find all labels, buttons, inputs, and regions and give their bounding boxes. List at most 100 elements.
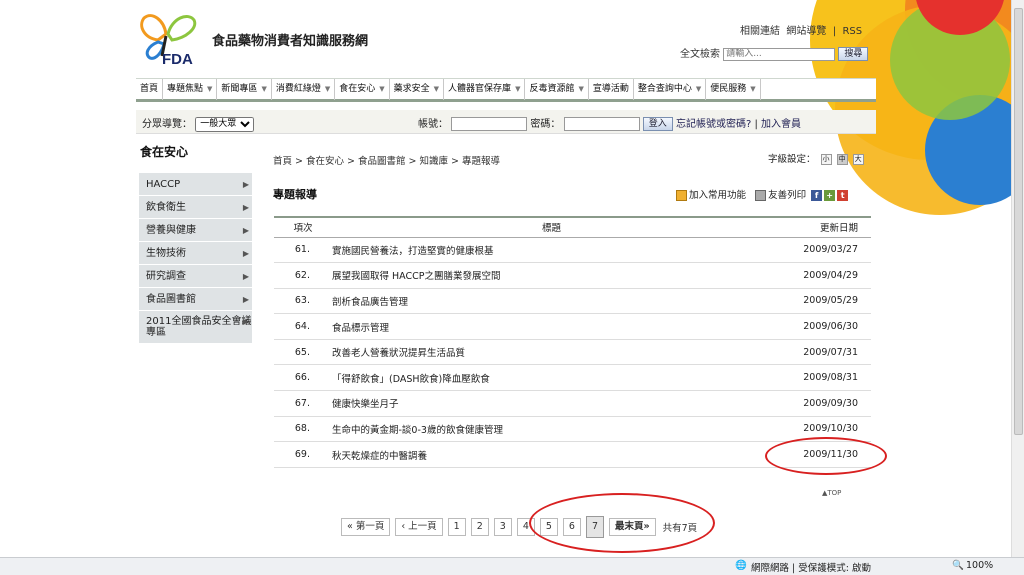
font-small-button[interactable]: 小 bbox=[820, 154, 832, 165]
sidebar-item-label: 2011全國食品安全會議專區 bbox=[146, 316, 252, 338]
row-no: 61. bbox=[274, 237, 332, 264]
nav-item-campaigns[interactable]: 宣導活動 bbox=[589, 79, 634, 100]
prev-page-button[interactable]: ‹ 上一頁 bbox=[395, 518, 443, 536]
sidebar-item-label: 食品圖書館 bbox=[146, 294, 196, 305]
nav-item-traffic-light[interactable]: 消費紅綠燈 ▼ bbox=[272, 79, 336, 100]
logo-text: FDA bbox=[162, 51, 193, 66]
nav-item-label: 食在安心 bbox=[339, 84, 376, 94]
table-row: 64. 食品標示管理 2009/06/30 bbox=[274, 313, 871, 340]
sidebar-item-library[interactable]: 食品圖書館 ▶ bbox=[139, 288, 252, 311]
page-button-2[interactable]: 2 bbox=[470, 518, 489, 536]
nav-item-drug-safety[interactable]: 藥求安全 ▼ bbox=[390, 79, 445, 100]
search-box: 全文檢索 搜尋 bbox=[680, 45, 869, 61]
rss-link[interactable]: RSS bbox=[842, 26, 862, 37]
sidebar-item-haccp[interactable]: HACCP ▶ bbox=[139, 173, 252, 196]
sidebar-item-conference[interactable]: 2011全國食品安全會議專區 ▶ bbox=[139, 311, 252, 344]
forgot-password-link[interactable]: 忘記帳號或密碼? bbox=[676, 119, 751, 130]
nav-item-services[interactable]: 便民服務 ▼ bbox=[706, 79, 761, 100]
site-logo[interactable]: FDA 食品藥物消費者知識服務網 bbox=[136, 12, 416, 66]
nav-item-anti-drug[interactable]: 反毒資源館 ▼ bbox=[525, 79, 589, 100]
nav-item-label: 新聞專區 bbox=[221, 84, 258, 94]
plurk-share-icon[interactable]: + bbox=[824, 190, 836, 201]
twitter-share-icon[interactable]: t bbox=[837, 190, 849, 201]
sidebar-item-nutrition[interactable]: 營養與健康 ▶ bbox=[139, 219, 252, 242]
facebook-share-icon[interactable]: f bbox=[811, 190, 823, 201]
chevron-down-icon: ▼ bbox=[324, 85, 331, 93]
nav-item-label: 首頁 bbox=[140, 84, 159, 94]
nav-item-topics[interactable]: 專題焦點 ▼ bbox=[163, 79, 218, 100]
page-button-3[interactable]: 3 bbox=[493, 518, 512, 536]
table-row: 68. 生命中的黃金期-談0-3歲的飲食健康管理 2009/10/30 bbox=[274, 416, 871, 443]
related-links-link[interactable]: 相關連結 bbox=[740, 26, 780, 37]
nav-item-query-center[interactable]: 整合查詢中心 ▼ bbox=[634, 79, 707, 100]
row-no: 64. bbox=[274, 313, 332, 340]
print-link[interactable]: 友善列印 bbox=[768, 190, 806, 201]
password-input[interactable] bbox=[563, 117, 640, 131]
row-title-link[interactable]: 生命中的黃金期-談0-3歲的飲食健康管理 bbox=[332, 416, 771, 443]
sidebar-item-research[interactable]: 研究調查 ▶ bbox=[139, 265, 252, 288]
row-title-link[interactable]: 展望我國取得 HACCP之團膳業發展空間 bbox=[332, 262, 771, 289]
sidebar-item-hygiene[interactable]: 飲食衛生 ▶ bbox=[139, 196, 252, 219]
account-input[interactable] bbox=[451, 117, 528, 131]
sidebar-item-label: 生物技術 bbox=[146, 248, 186, 259]
audience-label: 分眾導覽： bbox=[142, 119, 192, 130]
row-date: 2009/08/31 bbox=[771, 364, 871, 392]
folder-star-icon bbox=[676, 190, 687, 201]
row-title-link[interactable]: 改善老人營養狀況提昇生活品質 bbox=[332, 339, 771, 366]
sitemap-link[interactable]: 網站導覽 bbox=[786, 26, 826, 37]
row-date: 2009/04/29 bbox=[771, 262, 871, 289]
font-medium-button[interactable]: 中 bbox=[836, 154, 848, 165]
chevron-down-icon: ▼ bbox=[433, 85, 440, 93]
first-page-button[interactable]: « 第一頁 bbox=[341, 518, 391, 536]
row-title-link[interactable]: 實施國民營養法，打造堅實的健康根基 bbox=[332, 237, 771, 264]
page-tools: 加入常用功能 友善列印 f + t bbox=[676, 187, 849, 201]
magnifier-icon: 🔍 bbox=[952, 560, 964, 571]
row-title-link[interactable]: 健康快樂坐月子 bbox=[332, 390, 771, 417]
chevron-down-icon: ▼ bbox=[750, 85, 756, 93]
search-input[interactable] bbox=[723, 47, 836, 61]
security-zone-status: 網際網路 | 受保護模式: 啟動 bbox=[751, 563, 871, 574]
nav-item-news[interactable]: 新聞專區 ▼ bbox=[217, 79, 272, 100]
breadcrumb[interactable]: 首頁 > 食在安心 > 食品圖書館 > 知識庫 > 專題報導 bbox=[273, 153, 500, 167]
chevron-right-icon: ▶ bbox=[242, 249, 249, 258]
login-button[interactable]: 登入 bbox=[642, 117, 673, 131]
row-title-link[interactable]: 剖析食品廣告管理 bbox=[332, 288, 771, 315]
article-table: 項次 標題 更新日期 61. 實施國民營養法，打造堅實的健康根基 2009/03/2… bbox=[274, 216, 871, 468]
zoom-level[interactable]: 100% bbox=[966, 560, 993, 571]
chevron-right-icon: ▶ bbox=[242, 295, 249, 304]
font-size-label: 字級設定： bbox=[768, 154, 816, 165]
chevron-down-icon: ▼ bbox=[261, 85, 267, 93]
nav-item-food-safety[interactable]: 食在安心 ▼ bbox=[335, 79, 390, 100]
row-no: 63. bbox=[274, 288, 332, 315]
sidebar-item-biotech[interactable]: 生物技術 ▶ bbox=[139, 242, 252, 265]
page-button-1[interactable]: 1 bbox=[447, 518, 466, 536]
font-large-button[interactable]: 大 bbox=[852, 154, 864, 165]
sidebar-item-label: 營養與健康 bbox=[146, 225, 196, 236]
audience-selector: 分眾導覽： 一般大眾 bbox=[142, 115, 255, 132]
printer-icon bbox=[755, 190, 767, 201]
sidebar-item-label: 研究調查 bbox=[146, 271, 186, 282]
audience-select[interactable]: 一般大眾 bbox=[195, 116, 255, 132]
column-header-no: 項次 bbox=[274, 216, 332, 238]
table-row: 63. 剖析食品廣告管理 2009/05/29 bbox=[274, 288, 871, 315]
search-button[interactable]: 搜尋 bbox=[838, 47, 869, 61]
highlight-circle-pager bbox=[529, 493, 715, 553]
column-header-date: 更新日期 bbox=[771, 216, 871, 238]
back-to-top-link[interactable]: ▲TOP bbox=[822, 489, 841, 497]
row-title-link[interactable]: 秋天乾燥症的中醫調養 bbox=[332, 441, 771, 468]
row-title-link[interactable]: 「得舒飲食」(DASH飲食)降血壓飲食 bbox=[332, 364, 771, 392]
browser-status-bar: 🌐 網際網路 | 受保護模式: 啟動 🔍 100% bbox=[0, 557, 1024, 575]
row-title-link[interactable]: 食品標示管理 bbox=[332, 313, 771, 340]
vertical-scrollbar[interactable] bbox=[1011, 0, 1024, 557]
row-no: 68. bbox=[274, 416, 332, 443]
login-form: 帳號： 密碼： 登入 忘記帳號或密碼? | 加入會員 bbox=[418, 115, 801, 131]
row-date: 2009/05/29 bbox=[771, 288, 871, 315]
row-date: 2009/06/30 bbox=[771, 313, 871, 340]
join-member-link[interactable]: 加入會員 bbox=[761, 119, 801, 130]
add-favorite-link[interactable]: 加入常用功能 bbox=[689, 190, 746, 201]
nav-item-organ-bank[interactable]: 人體器官保存庫 ▼ bbox=[444, 79, 526, 100]
nav-item-label: 藥求安全 bbox=[393, 84, 430, 94]
sidebar-item-label: 飲食衛生 bbox=[146, 202, 186, 213]
nav-item-home[interactable]: 首頁 bbox=[136, 79, 164, 100]
scrollbar-thumb[interactable] bbox=[1014, 8, 1023, 435]
